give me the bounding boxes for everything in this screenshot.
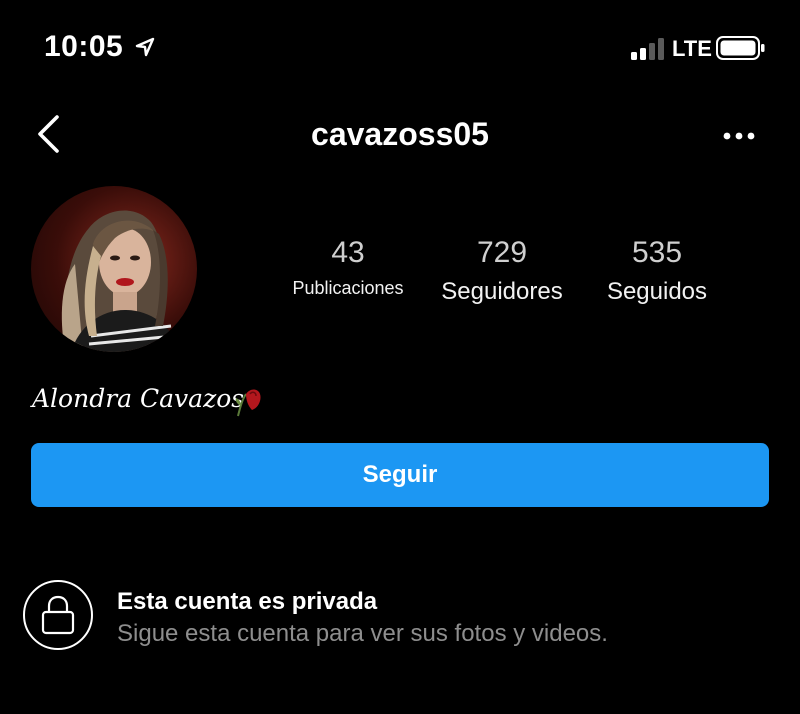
more-horizontal-icon xyxy=(723,132,755,140)
signal-bars-icon xyxy=(631,38,664,60)
posts-count: 43 xyxy=(331,236,365,269)
stat-followers[interactable]: 729 Seguidores xyxy=(432,236,572,306)
stat-following[interactable]: 535 Seguidos xyxy=(590,236,724,306)
stat-posts[interactable]: 43 Publicaciones xyxy=(278,236,418,299)
private-lock-badge xyxy=(23,580,93,650)
following-count: 535 xyxy=(631,236,683,269)
followers-label: Seguidores xyxy=(441,278,563,305)
more-options-button[interactable] xyxy=(716,118,762,154)
status-time: 10:05 xyxy=(44,30,124,63)
display-name: Alondra Cavazos xyxy=(32,384,245,413)
avatar-photo xyxy=(61,210,181,352)
network-type: LTE xyxy=(672,36,712,61)
profile-screen: 10:05 LTE cavazoss05 43 Publicaciones 72… xyxy=(0,0,800,714)
wilted-rose-icon xyxy=(235,389,261,417)
follow-button[interactable]: Seguir xyxy=(31,443,769,507)
status-bar: 10:05 LTE xyxy=(0,0,800,90)
battery-icon xyxy=(716,36,765,60)
profile-username: cavazoss05 xyxy=(311,116,489,152)
posts-label: Publicaciones xyxy=(292,278,404,298)
followers-count: 729 xyxy=(476,236,528,269)
private-account-title: Esta cuenta es privada xyxy=(117,588,378,615)
lock-icon xyxy=(41,595,75,635)
location-arrow-icon xyxy=(135,37,155,57)
following-label: Seguidos xyxy=(606,278,708,305)
profile-avatar[interactable] xyxy=(31,186,197,352)
private-account-subtitle: Sigue esta cuenta para ver sus fotos y v… xyxy=(117,620,608,647)
